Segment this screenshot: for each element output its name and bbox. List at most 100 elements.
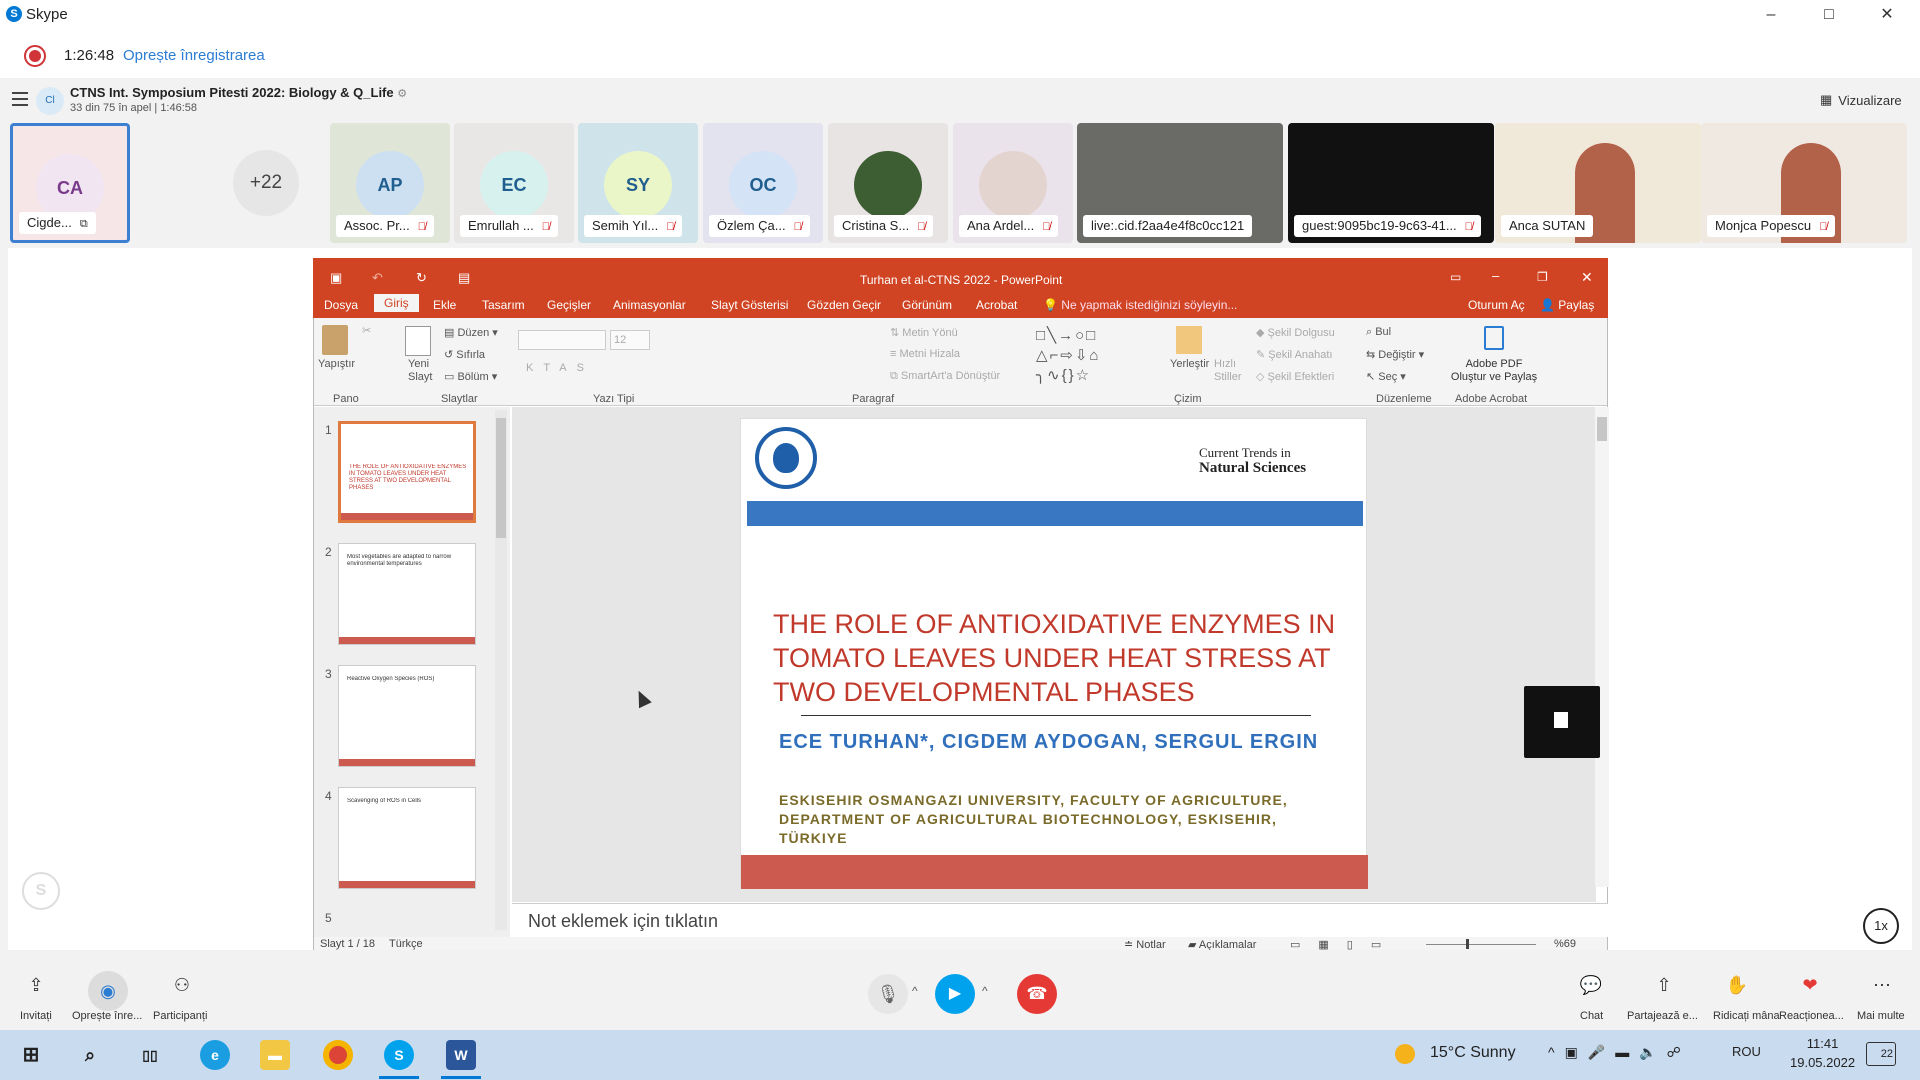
font-format-buttons[interactable]: KTAS [526, 362, 594, 374]
chrome-browser-icon[interactable] [323, 1040, 353, 1070]
save-icon[interactable]: ▣ [330, 270, 342, 286]
new-slide-icon[interactable] [405, 326, 431, 356]
notifications-icon[interactable]: 22 [1866, 1042, 1896, 1066]
ribbon-tab[interactable]: Acrobat [976, 298, 1017, 312]
participant-tile[interactable]: Monjca Popescu 🎙̸ [1701, 123, 1907, 243]
ribbon-display-icon[interactable]: ▭ [1450, 270, 1461, 284]
ppt-restore-button[interactable]: ❐ [1537, 270, 1548, 284]
search-icon[interactable]: ⌕ [75, 1040, 105, 1070]
redo-icon[interactable]: ↻ [416, 270, 427, 286]
present-icon[interactable]: ▤ [458, 270, 470, 286]
thumbnail-scrollbar[interactable] [495, 410, 507, 930]
share-button[interactable]: 👤 Paylaş [1540, 298, 1594, 312]
playback-speed-button[interactable]: 1x [1863, 908, 1899, 944]
system-tray-icons[interactable]: ^▣🎤▬🔈☍ [1548, 1044, 1691, 1061]
smartart-button[interactable]: ⧉ SmartArt'a Dönüştür [890, 370, 1000, 383]
ribbon-tab[interactable]: Gözden Geçir [807, 298, 881, 312]
adobe-pdf-icon[interactable] [1484, 326, 1504, 350]
recording-toggle-icon[interactable]: ◉ [88, 971, 128, 1011]
invite-label[interactable]: Invitați [20, 1010, 52, 1022]
settings-gear-icon[interactable]: ⚙ [397, 88, 407, 100]
new-slide-button[interactable]: Yeni Slayt [408, 358, 438, 384]
text-direction-button[interactable]: ⇅ Metin Yönü [890, 326, 958, 339]
raise-hand-label[interactable]: Ridicați mâna [1713, 1010, 1780, 1022]
raise-hand-icon[interactable]: ✋ [1717, 975, 1757, 996]
slide-scrollbar[interactable] [1595, 407, 1609, 887]
end-call-icon[interactable]: ☎ [1017, 974, 1057, 1014]
font-size-select[interactable]: 12 [610, 330, 650, 350]
more-options-icon[interactable]: ⋯ [1862, 975, 1902, 996]
participants-icon[interactable]: ⚇ [162, 975, 202, 996]
participant-tile[interactable]: SY Semih Yıl... 🎙̸ [578, 123, 698, 243]
file-explorer-icon[interactable]: ▬ [260, 1040, 290, 1070]
ribbon-tab[interactable]: Görünüm [902, 298, 952, 312]
arrange-button[interactable]: Yerleştir [1170, 358, 1209, 370]
layout-button[interactable]: ▤ Düzen ▾ [444, 326, 498, 339]
keyboard-language[interactable]: ROU [1732, 1044, 1761, 1059]
stop-recording-label[interactable]: Oprește înre... [72, 1010, 142, 1022]
cut-icon[interactable]: ✂ [362, 324, 371, 337]
participant-tile[interactable]: EC Emrullah ... 🎙̸ [454, 123, 574, 243]
ribbon-tab[interactable]: Animasyonlar [613, 298, 686, 312]
call-title[interactable]: CTNS Int. Symposium Pitesti 2022: Biolog… [70, 85, 407, 100]
more-options-label[interactable]: Mai multe [1857, 1010, 1905, 1022]
undo-icon[interactable]: ↶ [372, 270, 383, 286]
sign-in-link[interactable]: Oturum Aç [1468, 298, 1525, 312]
ribbon-tab[interactable]: Giriş [374, 294, 419, 312]
share-screen-icon[interactable]: ⇧ [1644, 975, 1684, 996]
self-video-tile[interactable]: CA Cigde... ⧉ [10, 123, 130, 243]
slide-thumbnail[interactable]: Scavenging of ROS in Cells [338, 787, 476, 889]
participant-tile[interactable]: Anca SUTAN [1495, 123, 1701, 243]
ribbon-tab[interactable]: Ekle [433, 298, 456, 312]
participant-tile[interactable]: Ana Ardel... 🎙̸ [953, 123, 1073, 243]
invite-icon[interactable]: ⇪ [16, 975, 56, 996]
ribbon-tab[interactable]: Slayt Gösterisi [711, 298, 788, 312]
select-button[interactable]: ↖ Seç ▾ [1366, 370, 1406, 383]
ribbon-tab[interactable]: Geçişler [547, 298, 591, 312]
stop-recording-link[interactable]: Oprește înregistrarea [123, 47, 265, 64]
ribbon-tab[interactable]: Tasarım [482, 298, 525, 312]
view-button[interactable]: ▦ Vizualizare [1820, 92, 1902, 108]
participant-tile[interactable]: AP Assoc. Pr... 🎙̸ [330, 123, 450, 243]
align-text-button[interactable]: ≡ Metni Hizala [890, 348, 960, 360]
edge-browser-icon[interactable]: e [200, 1040, 230, 1070]
find-button[interactable]: ⌕ Bul [1366, 326, 1391, 339]
bookmark-button[interactable] [1524, 686, 1600, 758]
adobe-pdf-button[interactable]: Adobe PDF Oluştur ve Paylaş [1448, 358, 1540, 384]
skype-taskbar-icon[interactable]: S [384, 1040, 414, 1070]
shape-outline-button[interactable]: ✎ Şekil Anahatı [1256, 348, 1333, 361]
hamburger-menu-icon[interactable] [12, 92, 28, 106]
chat-icon[interactable]: 💬 [1571, 975, 1611, 996]
ppt-minimize-button[interactable]: – [1492, 268, 1499, 283]
task-view-icon[interactable]: ▯▯ [135, 1040, 165, 1070]
notes-placeholder[interactable]: Not eklemek için tıklatın [528, 911, 718, 932]
shape-fill-button[interactable]: ◆ Şekil Dolgusu [1256, 326, 1335, 339]
section-button[interactable]: ▭ Bölüm ▾ [444, 370, 497, 383]
font-family-select[interactable] [518, 330, 606, 350]
participant-tile[interactable]: guest:9095bc19-9c63-41... 🎙̸ [1288, 123, 1494, 243]
close-button[interactable]: ✕ [1858, 0, 1916, 30]
chat-label[interactable]: Chat [1580, 1010, 1603, 1022]
participant-tile[interactable]: OC Özlem Ça... 🎙̸ [703, 123, 823, 243]
language-indicator[interactable]: Türkçe [389, 938, 423, 950]
share-screen-label[interactable]: Partajează e... [1627, 1010, 1698, 1022]
paste-icon[interactable] [322, 325, 348, 355]
participants-label[interactable]: Participanți [153, 1010, 207, 1022]
video-options-chevron-icon[interactable]: ^ [982, 984, 988, 998]
zoom-slider[interactable] [1426, 939, 1536, 949]
clock[interactable]: 11:41 19.05.2022 [1790, 1036, 1855, 1070]
participant-tile[interactable]: live:.cid.f2aa4e4f8c0cc121 [1077, 123, 1283, 243]
slide-thumbnail[interactable]: Most vegetables are adapted to narrow en… [338, 543, 476, 645]
heart-reaction-icon[interactable]: ❤ [1790, 975, 1830, 996]
shape-effects-button[interactable]: ◇ Şekil Efektleri [1256, 370, 1334, 383]
quick-styles-button[interactable]: Hızlı Stiller [1214, 358, 1244, 384]
ribbon-tab[interactable]: Dosya [324, 298, 358, 312]
react-label[interactable]: Reacționea... [1779, 1010, 1844, 1022]
participant-tile[interactable]: Cristina S... 🎙̸ [828, 123, 948, 243]
reset-button[interactable]: ↺ Sıfırla [444, 348, 485, 361]
maximize-button[interactable]: □ [1800, 0, 1858, 30]
weather-text[interactable]: 15°C Sunny [1430, 1044, 1516, 1062]
shapes-gallery[interactable]: □╲→○□ △⌐⇨⇩⌂ ╮∿{}☆ [1036, 326, 1101, 386]
tell-me-search[interactable]: 💡 Ne yapmak istediğinizi söyleyin... [1043, 298, 1237, 312]
replace-button[interactable]: ⇆ Değiştir ▾ [1366, 348, 1424, 361]
